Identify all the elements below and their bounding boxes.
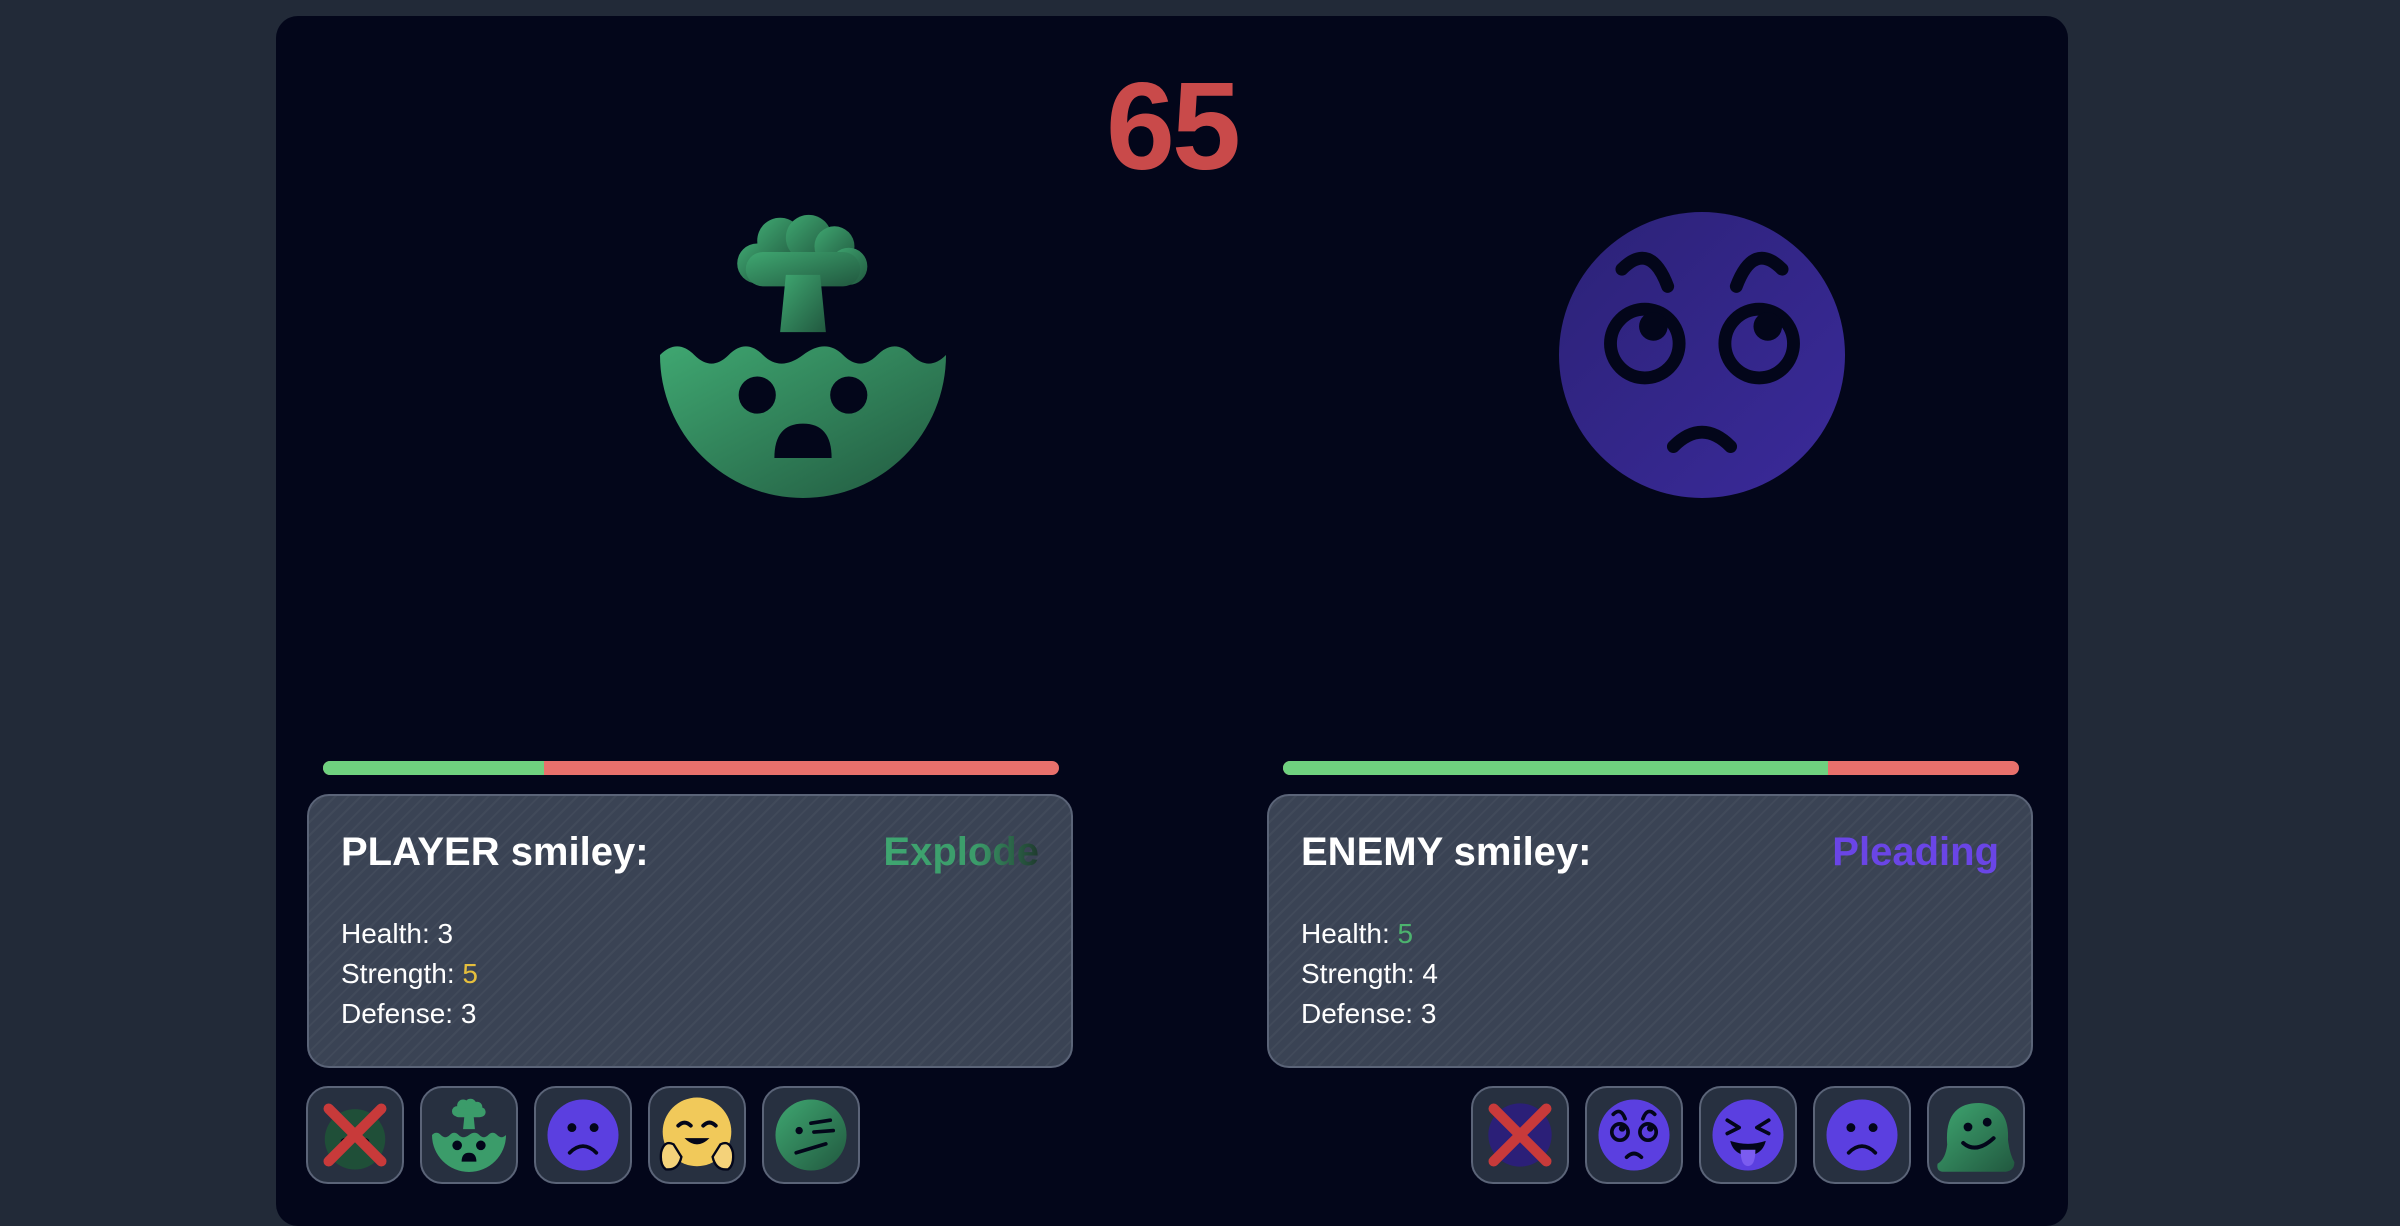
enemy-info-card: ENEMY smiley: Pleading Health: 5 Strengt… — [1267, 794, 2033, 1068]
enemy-health-stat: Health: 5 — [1301, 914, 1438, 954]
player-exploding-head-icon — [660, 212, 946, 498]
defense-label: Defense: — [1301, 998, 1414, 1029]
player-strength-stat: Strength: 5 — [341, 954, 478, 994]
health-value: 3 — [437, 918, 454, 949]
hugging-face-icon — [659, 1097, 735, 1171]
health-label: Health: — [341, 918, 430, 949]
player-team-slot-5[interactable] — [762, 1086, 860, 1184]
enemy-defense-stat: Defense: 3 — [1301, 994, 1438, 1034]
enemy-pleading-face-icon — [1559, 212, 1845, 498]
player-health-bar — [323, 761, 1059, 775]
enemy-stats: Health: 5 Strength: 4 Defense: 3 — [1301, 914, 1438, 1034]
battle-arena: 65 PLAYER smiley: Explode Health: 3 Stre… — [276, 16, 2068, 1226]
player-team-slot-3[interactable] — [534, 1086, 632, 1184]
enemy-health-bar — [1283, 761, 2019, 775]
frowning-face-icon — [1826, 1099, 1898, 1171]
enemy-card-title: ENEMY smiley: — [1301, 830, 1592, 874]
player-team-slot-1[interactable] — [306, 1086, 404, 1184]
defeated-x-icon — [1488, 1103, 1552, 1167]
health-value: 5 — [1397, 918, 1414, 949]
strength-value: 5 — [462, 958, 478, 989]
player-health-stat: Health: 3 — [341, 914, 478, 954]
player-team-slot-4[interactable] — [648, 1086, 746, 1184]
player-smiley-type: Explode — [883, 830, 1039, 874]
frowning-face-icon — [547, 1099, 619, 1171]
exploding-head-icon — [432, 1098, 506, 1172]
enemy-team-slot-4[interactable] — [1813, 1086, 1911, 1184]
strength-label: Strength: — [341, 958, 455, 989]
defeated-x-icon — [323, 1103, 387, 1167]
strength-value: 4 — [1422, 958, 1438, 989]
pleading-face-icon — [1598, 1099, 1670, 1171]
melting-face-icon — [1937, 1103, 2015, 1172]
round-timer: 65 — [1106, 58, 1241, 196]
health-label: Health: — [1301, 918, 1390, 949]
player-info-card: PLAYER smiley: Explode Health: 3 Strengt… — [307, 794, 1073, 1068]
enemy-team-slot-5[interactable] — [1927, 1086, 2025, 1184]
enemy-health-fill — [1283, 761, 1828, 775]
enemy-smiley-type: Pleading — [1832, 830, 1999, 874]
squinting-tongue-face-icon — [1712, 1099, 1784, 1171]
player-team-slots — [306, 1086, 860, 1184]
face-with-diagonal-mouth-icon — [775, 1099, 847, 1171]
defense-label: Defense: — [341, 998, 454, 1029]
defense-value: 3 — [1420, 998, 1437, 1029]
strength-label: Strength: — [1301, 958, 1415, 989]
player-health-fill — [323, 761, 544, 775]
player-stats: Health: 3 Strength: 5 Defense: 3 — [341, 914, 478, 1034]
enemy-team-slot-2[interactable] — [1585, 1086, 1683, 1184]
enemy-strength-stat: Strength: 4 — [1301, 954, 1438, 994]
enemy-team-slot-3[interactable] — [1699, 1086, 1797, 1184]
player-defense-stat: Defense: 3 — [341, 994, 478, 1034]
player-card-title: PLAYER smiley: — [341, 830, 649, 874]
enemy-team-slot-1[interactable] — [1471, 1086, 1569, 1184]
defense-value: 3 — [460, 998, 477, 1029]
enemy-team-slots — [1471, 1086, 2025, 1184]
player-team-slot-2[interactable] — [420, 1086, 518, 1184]
